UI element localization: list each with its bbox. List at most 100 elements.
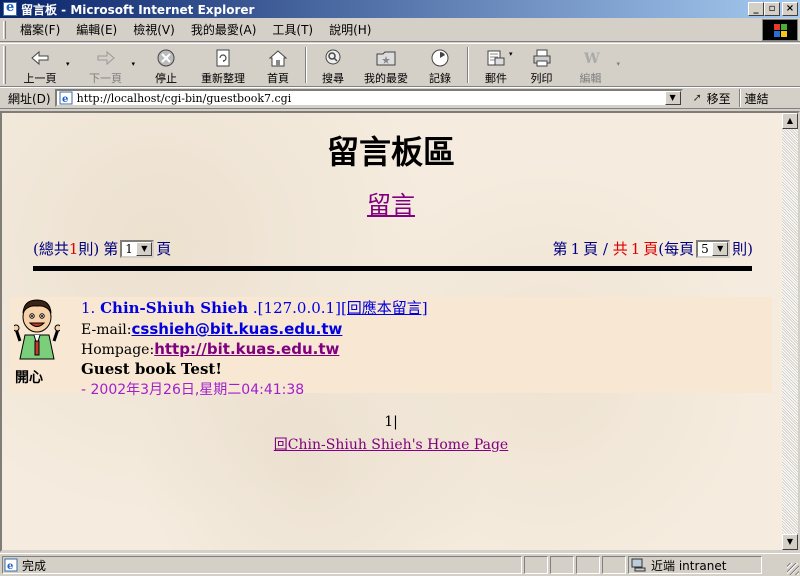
toolbar-grip [3,46,6,84]
links-separator [738,89,741,107]
browser-viewport: 留言板區 留言 (總共 1 則) 第 1 ▼ 頁 第 1 頁 / 共 1 頁 (… [0,111,800,552]
page-number-links[interactable]: 1| [2,414,780,430]
forward-dropdown[interactable]: ▾ [132,60,136,68]
menu-grip [3,20,6,39]
standard-toolbar: 上一頁 ▾ 下一頁 ▾ 停止 重新整理 首頁 搜尋 我的最愛 記錄 郵件 ▾ 列… [0,43,800,87]
scroll-down-button[interactable]: ▼ [782,534,798,550]
page-title: 留言板區 [326,133,455,171]
pager-status: 第 1 頁 / 共 1 頁 (每頁 5 ▼ 則) [552,239,753,258]
links-button[interactable]: 連結 [745,90,769,107]
homepage-line: Hompage:http://bit.kuas.edu.tw [81,340,340,358]
back-button[interactable]: 上一頁 [12,44,68,86]
stop-icon [157,49,175,67]
menu-help[interactable]: 說明(H) [321,21,379,38]
entry-author: Chin-Shiuh Shieh [100,299,249,317]
history-button[interactable]: 記錄 [419,44,461,86]
windows-logo-icon [774,24,788,38]
print-button[interactable]: 列印 [519,44,565,86]
go-arrow-icon: ➚ [692,91,702,104]
window-title: 留言板 - Microsoft Internet Explorer [21,2,255,17]
page-done-icon: e [4,558,18,572]
go-button[interactable]: ➚ 移至 [693,90,731,107]
scroll-up-button[interactable]: ▲ [782,113,798,129]
homepage-link[interactable]: http://bit.kuas.edu.tw [154,340,339,358]
title-bar: 留言板 - Microsoft Internet Explorer _ ▫ × [0,0,800,18]
menu-file[interactable]: 檔案(F) [12,21,68,38]
menu-tools[interactable]: 工具(T) [264,21,321,38]
word-edit-icon: W [583,51,600,67]
edit-dropdown[interactable]: ▾ [617,60,621,68]
address-bar: 網址(D) e http://localhost/cgi-bin/guestbo… [0,87,800,109]
svg-text:W: W [583,51,600,67]
address-url: http://localhost/cgi-bin/guestbook7.cgi [76,91,292,105]
guestbook-entry: 開心 1. Chin-Shiuh Shieh .[127.0.0.1][回應本留… [10,297,772,398]
status-text-pane: e 完成 [2,556,522,574]
address-dropdown[interactable]: ▼ [664,91,681,105]
mail-dropdown[interactable]: ▾ [509,50,513,58]
page-select-arrow[interactable]: ▼ [136,241,153,256]
menu-favorites[interactable]: 我的最愛(A) [183,21,265,38]
favorites-folder-icon [376,51,396,66]
vertical-scrollbar[interactable]: ▲ ▼ [782,113,798,550]
happy-face-avatar-icon [14,299,60,360]
svg-text:e: e [7,561,13,572]
mail-icon [487,50,505,66]
history-icon [431,49,449,67]
status-pane-empty [602,556,626,574]
entry-number: 1. [81,299,96,317]
svg-text:e: e [62,94,68,105]
per-page-select[interactable]: 5 ▼ [696,239,731,258]
toolbar-separator [467,47,470,83]
divider [33,266,752,271]
security-zone-pane: 近端 intranet [628,556,762,574]
intranet-computer-icon [631,558,646,572]
forward-button[interactable]: 下一頁 [78,44,134,86]
entry-date: - 2002年3月26日,星期二04:41:38 [81,382,305,398]
menu-view[interactable]: 檢視(V) [125,21,183,38]
minimize-button[interactable]: _ [748,2,764,16]
page-select[interactable]: 1 ▼ [120,239,155,258]
pager-summary: (總共 1 則) 第 1 ▼ 頁 [33,239,172,258]
mood-label: 開心 [15,370,43,386]
home-icon [268,50,288,67]
search-button[interactable]: 搜尋 [313,44,353,86]
printer-icon [533,49,551,67]
status-pane-empty [550,556,574,574]
forward-arrow-icon [97,50,115,66]
maximize-button[interactable]: ▫ [764,2,780,16]
zone-text: 近端 intranet [651,558,727,573]
status-bar: e 完成 近端 intranet [0,553,800,576]
favorites-button[interactable]: 我的最愛 [355,44,417,86]
per-page-select-arrow[interactable]: ▼ [712,241,729,256]
ie-icon [3,0,17,16]
back-dropdown[interactable]: ▾ [66,60,70,68]
entry-ip: .[127.0.0.1] [252,299,341,317]
window-controls: _ ▫ × [748,2,798,16]
stop-button[interactable]: 停止 [143,44,189,86]
home-button[interactable]: 首頁 [257,44,299,86]
windows-logo-throbber [762,19,798,41]
post-message-link[interactable]: 留言 [2,185,780,220]
menu-edit[interactable]: 編輯(E) [68,21,125,38]
status-text: 完成 [22,558,47,573]
search-icon [325,49,341,65]
email-link[interactable]: csshieh@bit.kuas.edu.tw [132,320,343,338]
status-pane-empty [524,556,548,574]
entry-body: 1. Chin-Shiuh Shieh .[127.0.0.1][回應本留言] … [81,297,428,399]
edit-button[interactable]: W 編輯 [569,44,613,86]
entry-message: Guest book Test! [81,360,222,378]
status-pane-empty [576,556,600,574]
address-input[interactable]: e http://localhost/cgi-bin/guestbook7.cg… [54,89,683,107]
email-line: E-mail:csshieh@bit.kuas.edu.tw [81,320,343,338]
entry-header: 1. Chin-Shiuh Shieh .[127.0.0.1][回應本留言] [81,297,428,318]
menu-bar: 檔案(F) 編輯(E) 檢視(V) 我的最愛(A) 工具(T) 說明(H) [0,18,800,42]
toolbar-separator [305,47,308,83]
resize-grip[interactable] [787,563,799,575]
reply-link[interactable]: [回應本留言] [341,299,428,317]
close-button[interactable]: × [782,2,798,16]
refresh-button[interactable]: 重新整理 [193,44,253,86]
page-icon: e [59,91,73,105]
total-entries: 1 [68,239,79,258]
home-page-link[interactable]: 回Chin-Shiuh Shieh's Home Page [2,434,780,454]
guestbook-page: 留言板區 留言 (總共 1 則) 第 1 ▼ 頁 第 1 頁 / 共 1 頁 (… [2,113,780,550]
